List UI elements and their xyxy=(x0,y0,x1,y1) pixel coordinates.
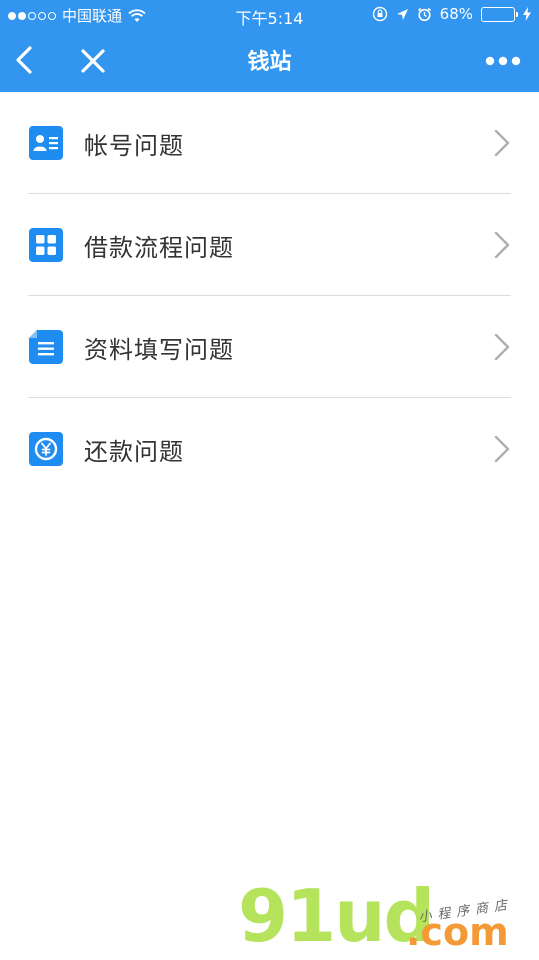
orientation-lock-icon xyxy=(372,6,387,22)
header-bar: 中国联通 下午5:14 68% 钱站 xyxy=(0,0,539,92)
chevron-right-icon xyxy=(494,231,510,259)
watermark-brand: 91ud xyxy=(238,874,435,958)
nav-bar: 钱站 xyxy=(0,30,539,92)
battery-percent: 68% xyxy=(439,5,473,23)
charging-bolt-icon xyxy=(523,7,531,21)
status-right: 68% xyxy=(372,5,531,23)
document-icon xyxy=(29,330,63,364)
list-item-label: 帐号问题 xyxy=(84,132,184,160)
chevron-right-icon xyxy=(494,129,510,157)
chevron-right-icon xyxy=(494,333,510,361)
grid-icon xyxy=(29,228,63,262)
list-item-label: 资料填写问题 xyxy=(84,336,234,364)
battery-icon xyxy=(481,6,518,22)
faq-category-list: 帐号问题 借款流程问题 资料填写问题 还款问题 xyxy=(0,92,539,500)
status-bar: 中国联通 下午5:14 68% xyxy=(0,0,539,30)
id-card-icon xyxy=(29,126,63,160)
list-item-account[interactable]: 帐号问题 xyxy=(0,92,539,194)
yen-coin-icon xyxy=(29,432,63,466)
alarm-icon xyxy=(417,7,431,21)
list-item-info-filling[interactable]: 资料填写问题 xyxy=(0,296,539,398)
more-options-icon[interactable] xyxy=(485,46,521,76)
chevron-right-icon xyxy=(494,435,510,463)
list-item-repayment[interactable]: 还款问题 xyxy=(0,398,539,500)
location-arrow-icon xyxy=(396,8,408,20)
page-title: 钱站 xyxy=(247,50,292,75)
list-item-label: 还款问题 xyxy=(84,438,184,466)
watermark-logo: 91ud 小程序商店 .com xyxy=(238,874,538,960)
list-item-label: 借款流程问题 xyxy=(84,234,234,262)
list-item-loan-process[interactable]: 借款流程问题 xyxy=(0,194,539,296)
watermark-domain: .com xyxy=(406,910,509,954)
